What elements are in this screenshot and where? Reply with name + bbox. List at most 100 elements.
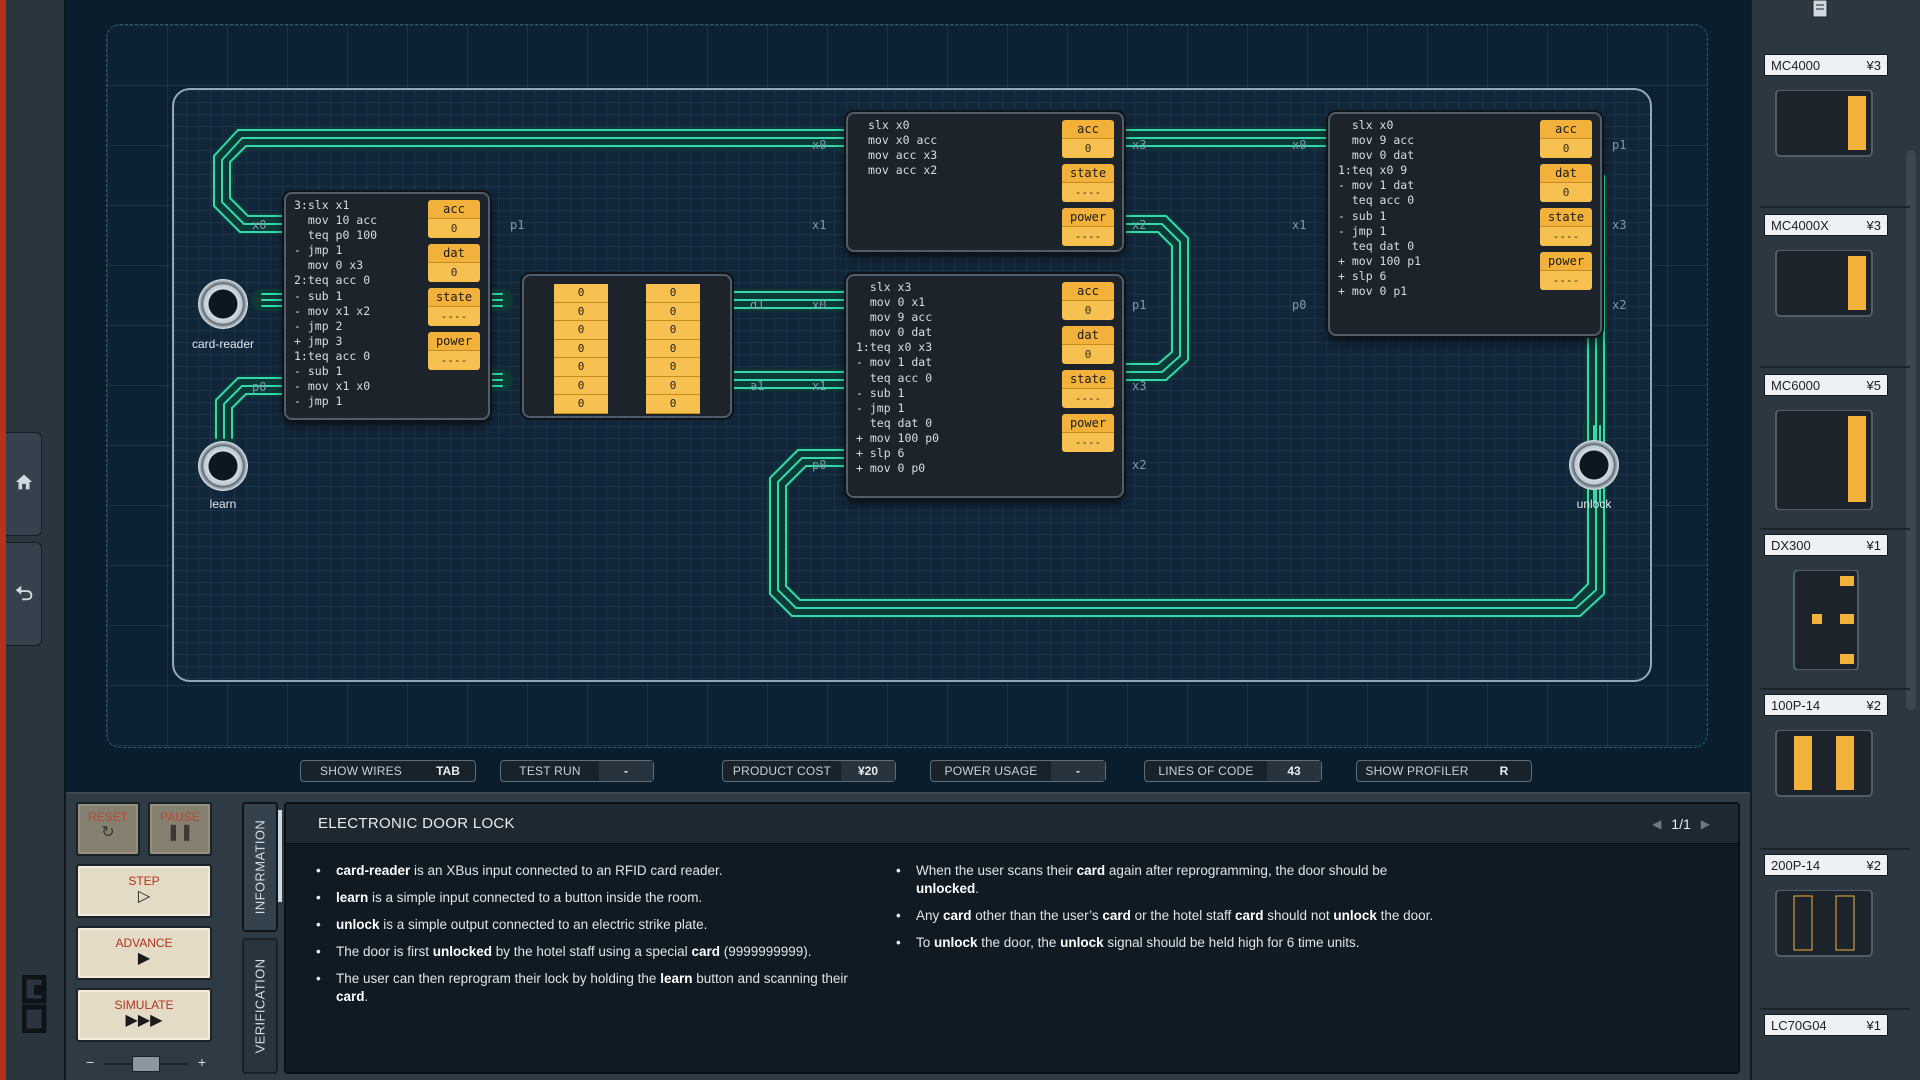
reset-label: RESET: [87, 810, 128, 824]
mc6000-chip-3[interactable]: slx x0 mov 9 acc mov 0 dat 1:teq x0 9 - …: [1328, 112, 1602, 336]
spec-item: learn is a simple input connected to a b…: [314, 889, 854, 907]
simulate-button[interactable]: SIMULATE ▶▶▶: [76, 988, 212, 1042]
register-value: ----: [1062, 227, 1114, 246]
register-value: ----: [1062, 389, 1114, 408]
step-button[interactable]: STEP ▷: [76, 864, 212, 918]
register-label: power: [1540, 252, 1592, 271]
sidebar-scrollbar[interactable]: [1906, 150, 1916, 710]
chip-code[interactable]: slx x0 mov x0 acc mov acc x3 mov acc x2: [868, 118, 937, 178]
part-title: DX300 ¥1: [1764, 534, 1888, 556]
unlock-port[interactable]: [1569, 440, 1619, 490]
part-dx300[interactable]: DX300 ¥1: [1764, 534, 1888, 684]
200p-14-thumbnail-icon: [1775, 890, 1873, 957]
100p-14-thumbnail-icon: [1775, 730, 1873, 797]
memory-chip[interactable]: 0 0 0 0 0 0 0 0 0 0 0 0 0 0: [522, 274, 732, 418]
part-lc70g04[interactable]: LC70G04 ¥1: [1764, 1014, 1888, 1074]
divider: [1760, 206, 1910, 208]
card-reader-label: card-reader: [191, 337, 255, 351]
register-label: state: [1062, 370, 1114, 389]
register-column: acc 0 dat 0 state ---- power ----: [1062, 282, 1114, 458]
pin-label: x3: [1132, 379, 1147, 393]
chip-code[interactable]: slx x0 mov 9 acc mov 0 dat 1:teq x0 9 - …: [1338, 118, 1421, 299]
tab-verification[interactable]: VERIFICATION: [242, 938, 278, 1074]
part-name: 100P-14: [1771, 697, 1821, 713]
part-200p-14[interactable]: 200P-14 ¥2: [1764, 854, 1888, 1004]
register-dat: dat 0: [428, 244, 480, 282]
learn-label: learn: [209, 497, 237, 511]
pin-label: x0: [812, 138, 827, 152]
part-cost: ¥2: [1866, 697, 1881, 713]
learn-port[interactable]: [198, 441, 248, 491]
prev-page-icon[interactable]: ◀: [1652, 817, 1661, 831]
spec-item: When the user scans their card again aft…: [894, 862, 1434, 898]
product-cost-readout: PRODUCT COST ¥20: [722, 760, 896, 782]
info-header: ELECTRONIC DOOR LOCK: [286, 804, 1738, 844]
memory-column-a: 0 0 0 0 0 0 0: [554, 284, 608, 414]
status-value: TAB: [436, 764, 460, 778]
spec-item: unlock is a simple output connected to a…: [314, 916, 854, 934]
card-reader-port[interactable]: [198, 279, 248, 329]
register-power: power ----: [428, 332, 480, 370]
part-mc6000[interactable]: MC6000 ¥5: [1764, 374, 1888, 524]
part-title: 100P-14 ¥2: [1764, 694, 1888, 716]
status-value: R: [1499, 764, 1509, 778]
register-value: ----: [1540, 227, 1592, 246]
mc6000-chip-1[interactable]: 3:slx x1 mov 10 acc teq p0 100 - jmp 1 m…: [284, 192, 490, 420]
next-page-icon[interactable]: ▶: [1701, 817, 1710, 831]
pause-button[interactable]: PAUSE ❚❚: [148, 802, 212, 856]
chip-code[interactable]: slx x3 mov 0 x1 mov 9 acc mov 0 dat 1:te…: [856, 280, 939, 476]
part-100p-14[interactable]: 100P-14 ¥2: [1764, 694, 1888, 844]
undo-icon: [13, 581, 35, 608]
pause-label: PAUSE: [160, 810, 200, 824]
pin-label: d1: [750, 298, 765, 312]
speed-slider[interactable]: − +: [86, 1054, 206, 1072]
register-label: dat: [428, 244, 480, 263]
advance-label: ADVANCE: [115, 936, 173, 950]
register-value: ----: [1062, 183, 1114, 202]
slider-minus[interactable]: −: [86, 1054, 94, 1070]
register-state: state ----: [1062, 164, 1114, 202]
register-power: power ----: [1062, 414, 1114, 452]
slider-handle[interactable]: [132, 1056, 160, 1072]
game-logo-icon: [22, 975, 47, 1033]
dx300-thumbnail-icon: [1793, 570, 1859, 670]
divider: [1760, 848, 1910, 850]
memory-cell: 0: [646, 395, 700, 414]
home-button[interactable]: [6, 432, 42, 536]
register-column: acc 0 dat 0 state ---- power ----: [428, 200, 480, 376]
register-value: ----: [428, 307, 480, 326]
part-title: MC4000X ¥3: [1764, 214, 1888, 236]
mc6000-chip-2[interactable]: slx x3 mov 0 x1 mov 9 acc mov 0 dat 1:te…: [846, 274, 1124, 498]
undo-button[interactable]: [6, 542, 42, 646]
chip-code[interactable]: 3:slx x1 mov 10 acc teq p0 100 - jmp 1 m…: [294, 198, 377, 409]
spec-item: To unlock the door, the unlock signal sh…: [894, 934, 1434, 952]
register-acc: acc 0: [1540, 120, 1592, 158]
register-value: 0: [1062, 345, 1114, 364]
page-indicator: 1/1: [1671, 816, 1691, 832]
part-cost: ¥5: [1866, 377, 1881, 393]
memory-cell: 0: [646, 358, 700, 377]
tab-information[interactable]: INFORMATION: [242, 802, 282, 932]
manual-icon[interactable]: [1808, 0, 1832, 22]
show-profiler-toggle[interactable]: SHOW PROFILER R: [1356, 760, 1532, 782]
tab-information-label: INFORMATION: [252, 819, 268, 915]
status-key: POWER USAGE: [944, 764, 1038, 778]
power-usage-readout: POWER USAGE -: [930, 760, 1106, 782]
rail-accent: [0, 0, 6, 1080]
part-title: MC4000 ¥3: [1764, 54, 1888, 76]
show-wires-toggle[interactable]: SHOW WIRES TAB: [300, 760, 476, 782]
register-power: power ----: [1540, 252, 1592, 290]
memory-column-b: 0 0 0 0 0 0 0: [646, 284, 700, 414]
mc4000-chip[interactable]: slx x0 mov x0 acc mov acc x3 mov acc x2 …: [846, 112, 1124, 252]
pin-label: p1: [1612, 138, 1627, 152]
advance-button[interactable]: ADVANCE ▶: [76, 926, 212, 980]
slider-plus[interactable]: +: [198, 1054, 206, 1070]
memory-cell: 0: [554, 376, 608, 395]
register-acc: acc 0: [1062, 120, 1114, 158]
pin-label: a1: [750, 379, 765, 393]
register-label: power: [428, 332, 480, 351]
reset-button[interactable]: RESET ↻: [76, 802, 140, 856]
register-label: acc: [1062, 120, 1114, 139]
part-mc4000[interactable]: MC4000 ¥3: [1764, 54, 1888, 204]
part-mc4000x[interactable]: MC4000X ¥3: [1764, 214, 1888, 364]
